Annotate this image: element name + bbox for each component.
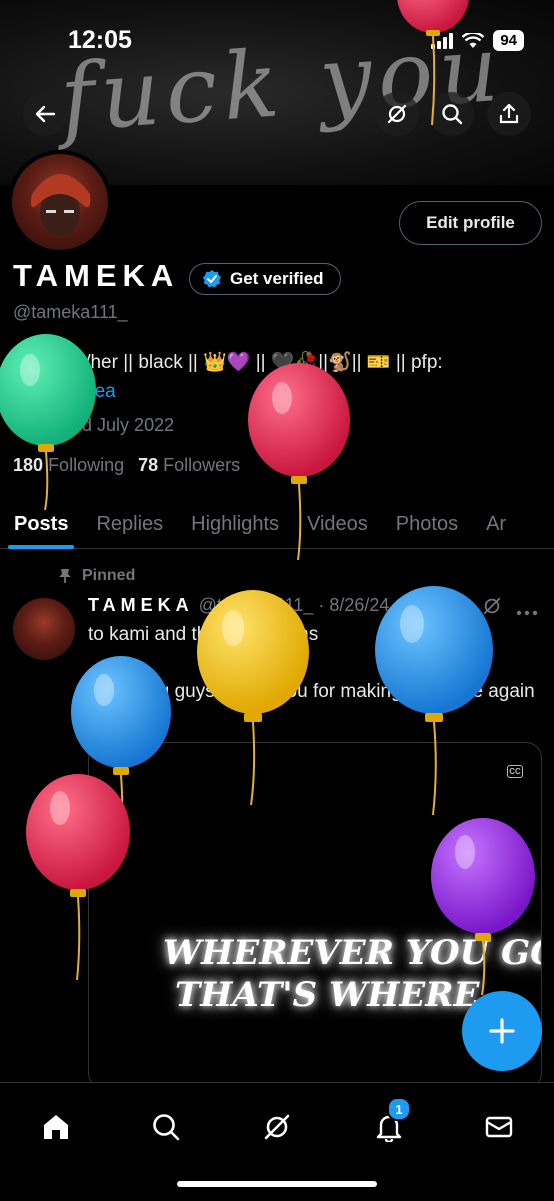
- closed-captions-button[interactable]: CC: [507, 765, 523, 778]
- video-caption-line1: WHEREVER YOU GO: [163, 933, 542, 973]
- post-more-button[interactable]: [516, 603, 538, 621]
- tab-highlights[interactable]: Highlights: [177, 500, 293, 548]
- tab-replies[interactable]: Replies: [82, 500, 177, 548]
- back-arrow-icon: [35, 105, 56, 123]
- followers-label: Followers: [163, 455, 241, 475]
- nav-grok[interactable]: [253, 1103, 301, 1151]
- tab-articles[interactable]: Ar: [472, 500, 520, 548]
- wifi-icon: [462, 32, 485, 48]
- nav-messages[interactable]: [475, 1103, 523, 1151]
- edit-profile-button[interactable]: Edit profile: [399, 201, 542, 245]
- display-name: TAMEKA: [13, 258, 180, 293]
- joined-label: Joined July 2022: [39, 415, 175, 435]
- bio-text: 21 || she/her || black || 👑💜 || 🖤🥀||🐒|| …: [13, 352, 443, 373]
- grok-icon: [387, 104, 407, 124]
- post-author-meta: @tameka111_ · 8/26/24: [198, 595, 390, 615]
- plus-icon: [489, 1018, 515, 1044]
- get-verified-label: Get verified: [230, 269, 324, 288]
- post-text-line1: to kami and the obsessions: [88, 624, 319, 645]
- profile-tabs: Posts Replies Highlights Videos Photos A…: [0, 500, 554, 549]
- notifications-badge: 1: [387, 1097, 411, 1121]
- avatar-illustration: [30, 174, 91, 236]
- following-stat[interactable]: 180 Following: [13, 455, 124, 476]
- search-icon: [442, 104, 463, 125]
- back-button[interactable]: [23, 92, 67, 136]
- grok-icon: [483, 597, 501, 615]
- nav-search[interactable]: [142, 1103, 190, 1151]
- home-indicator: [177, 1181, 377, 1187]
- post-avatar[interactable]: [13, 598, 75, 660]
- follow-stats: 180 Following 78 Followers: [13, 455, 240, 476]
- pinned-label: Pinned: [82, 567, 136, 584]
- status-icons: 94: [431, 30, 524, 51]
- pinned-indicator: Pinned: [58, 567, 135, 585]
- post-grok-button[interactable]: [482, 596, 502, 621]
- battery-indicator: 94: [493, 30, 524, 51]
- calendar-icon: [13, 417, 31, 434]
- following-label: Following: [48, 455, 125, 475]
- pin-icon: [59, 569, 71, 583]
- verified-check-icon: [203, 270, 221, 288]
- profile-handle: @tameka111_: [13, 302, 128, 322]
- nav-notifications[interactable]: 1: [365, 1097, 413, 1151]
- bio-link[interactable]: @munchtea: [13, 381, 116, 402]
- share-icon: [499, 103, 519, 124]
- status-time: 12:05: [68, 26, 132, 54]
- home-icon: [44, 1115, 68, 1139]
- grok-icon: [264, 1114, 290, 1140]
- joined-date: Joined July 2022: [13, 415, 174, 436]
- search-button[interactable]: [430, 92, 474, 136]
- share-button[interactable]: [487, 92, 531, 136]
- profile-bio: 21 || she/her || black || 👑💜 || 🖤🥀||🐒|| …: [13, 348, 543, 406]
- search-icon: [153, 1114, 180, 1141]
- grok-button[interactable]: [375, 92, 419, 136]
- post-header: TAMEKA @tameka111_ · 8/26/24: [88, 595, 389, 616]
- followers-stat[interactable]: 78 Followers: [138, 455, 240, 476]
- post-text-line2: I love you guys, thank you for making me…: [88, 681, 535, 702]
- get-verified-button[interactable]: Get verified: [189, 263, 341, 295]
- followers-count: 78: [138, 455, 159, 475]
- tab-videos[interactable]: Videos: [293, 500, 382, 548]
- more-icon: [516, 610, 538, 616]
- tab-posts[interactable]: Posts: [0, 500, 82, 549]
- mail-icon: [485, 1116, 513, 1138]
- signal-icon: [431, 32, 454, 49]
- video-caption-line2: THAT'S WHERE: [175, 975, 480, 1015]
- post-author-name[interactable]: TAMEKA: [88, 595, 194, 615]
- compose-button[interactable]: [462, 991, 542, 1071]
- tab-photos[interactable]: Photos: [382, 500, 472, 548]
- nav-home[interactable]: [32, 1103, 80, 1151]
- profile-avatar[interactable]: [8, 150, 112, 254]
- following-count: 180: [13, 455, 44, 475]
